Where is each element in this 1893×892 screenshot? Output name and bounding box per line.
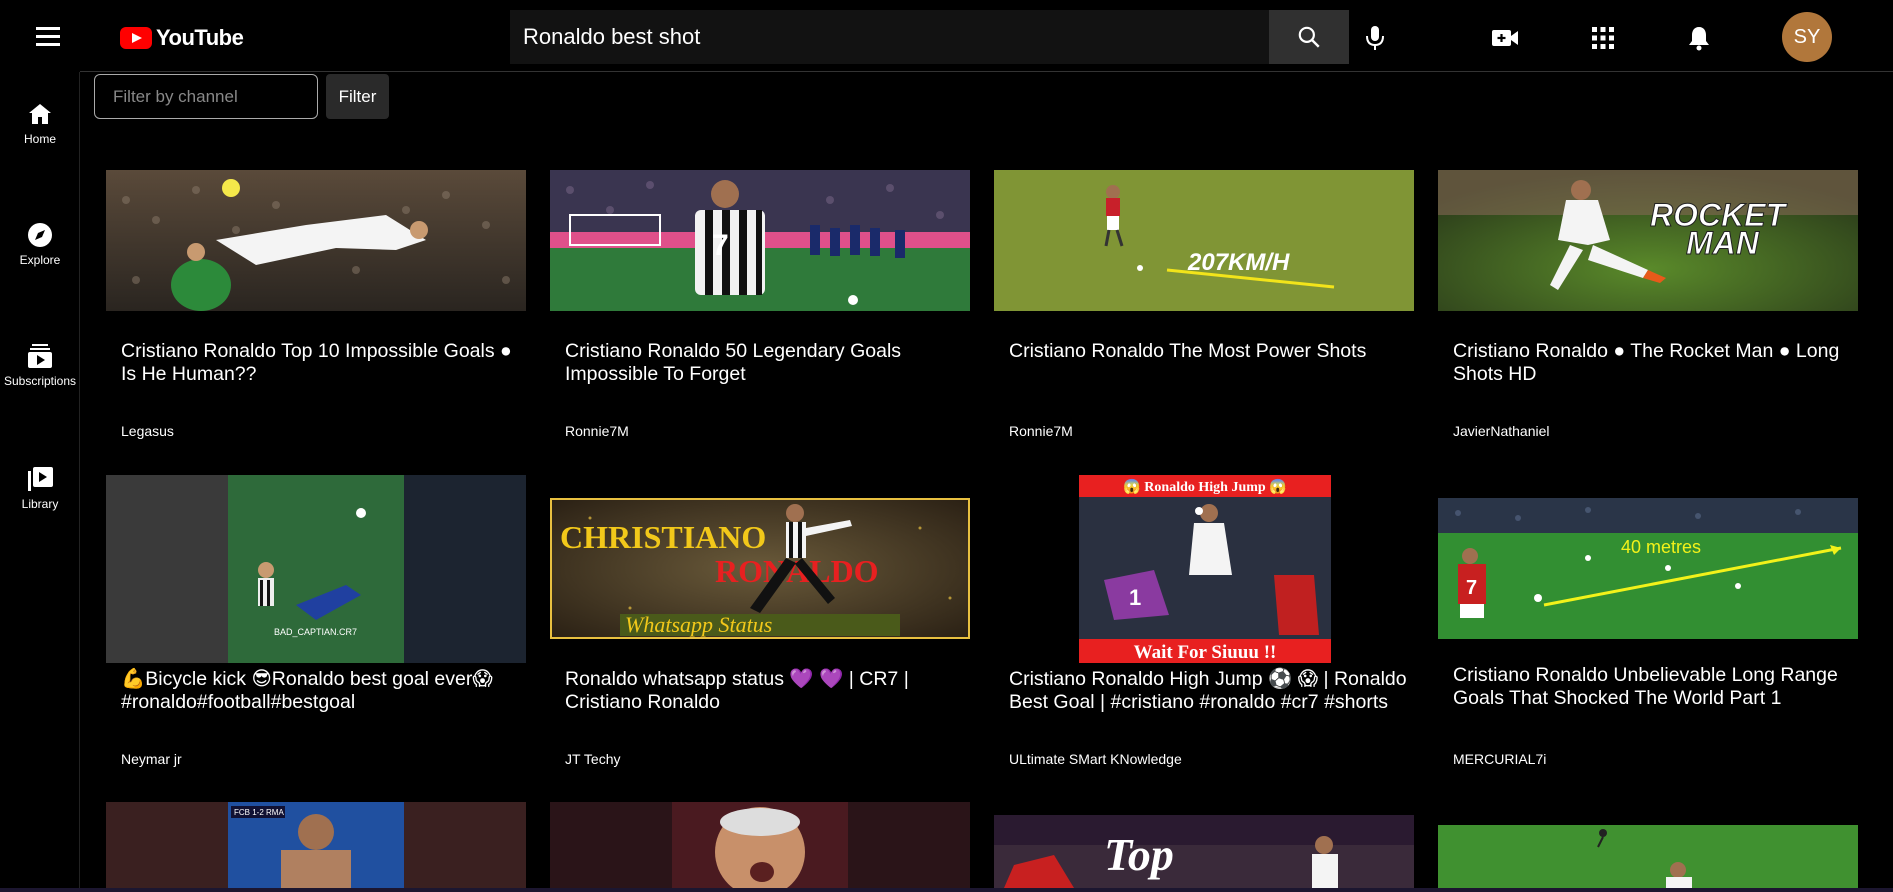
compass-icon: [26, 221, 54, 249]
thumbnail-text-line-2: Wait For Siuuu !!: [1134, 642, 1277, 663]
sidebar-item-library[interactable]: Library: [0, 465, 80, 537]
video-title[interactable]: Cristiano Ronaldo Unbelievable Long Rang…: [1453, 664, 1853, 710]
video-channel[interactable]: Legasus: [121, 423, 174, 439]
thumbnail-text: 40 metres: [1621, 537, 1701, 557]
video-thumbnail[interactable]: ROCKET MAN: [1438, 170, 1858, 311]
video-channel[interactable]: Neymar jr: [121, 751, 182, 767]
voice-search-button[interactable]: [1355, 18, 1395, 58]
bell-icon: [1689, 27, 1709, 51]
video-channel[interactable]: Ronnie7M: [565, 423, 629, 439]
video-card[interactable]: 7 Cristiano Ronaldo 50 Legendary Goals I…: [550, 170, 970, 450]
search-bar: [510, 10, 1349, 64]
thumbnail-text: 207KM/H: [1187, 249, 1290, 276]
header-divider: [80, 71, 1893, 72]
video-title[interactable]: Cristiano Ronaldo The Most Power Shots: [1009, 340, 1409, 363]
sidebar-item-explore[interactable]: Explore: [0, 221, 80, 293]
video-card[interactable]: BAD_CAPTIAN.CR7 💪Bicycle kick 😎Ronaldo b…: [106, 475, 526, 775]
video-channel[interactable]: JavierNathaniel: [1453, 423, 1550, 439]
video-card[interactable]: Cristiano Ronaldo Top 10 Impossible Goal…: [106, 170, 526, 450]
svg-text:7: 7: [1466, 577, 1477, 599]
bottom-border: [0, 888, 1893, 892]
video-channel[interactable]: MERCURIAL7i: [1453, 751, 1546, 767]
channel-filter-input[interactable]: [94, 74, 318, 119]
video-card[interactable]: 207KM/H Cristiano Ronaldo The Most Power…: [994, 170, 1414, 450]
video-card[interactable]: 😱 Ronaldo High Jump 😱 1 Wait For Siuuu !…: [994, 475, 1414, 775]
video-thumbnail[interactable]: 😱 Ronaldo High Jump 😱 1 Wait For Siuuu !…: [994, 475, 1414, 663]
sidebar-item-label: Home: [23, 132, 56, 146]
video-thumbnail[interactable]: 7: [550, 170, 970, 311]
video-title[interactable]: Cristiano Ronaldo ● The Rocket Man ● Lon…: [1453, 340, 1853, 386]
video-card[interactable]: [1438, 802, 1858, 888]
sidebar: Home Explore Subscriptions Library: [0, 72, 80, 892]
thumbnail-text: Top: [1104, 829, 1174, 880]
video-card[interactable]: 7 40 metres Cristiano Ronaldo Unbelievab…: [1438, 475, 1858, 775]
video-card[interactable]: [550, 802, 970, 888]
thumbnail-text: BAD_CAPTIAN.CR7: [274, 627, 357, 637]
video-title[interactable]: Cristiano Ronaldo Top 10 Impossible Goal…: [121, 340, 521, 386]
menu-icon[interactable]: [32, 22, 64, 50]
video-channel[interactable]: JT Techy: [565, 751, 621, 767]
svg-text:1: 1: [1129, 585, 1141, 610]
sidebar-item-label: Library: [21, 497, 59, 511]
sidebar-item-label: Subscriptions: [3, 374, 77, 388]
video-title[interactable]: Ronaldo whatsapp status 💜 💜 | CR7 | Cris…: [565, 668, 965, 714]
video-thumbnail[interactable]: 207KM/H: [994, 170, 1414, 311]
sidebar-item-subscriptions[interactable]: Subscriptions: [0, 342, 80, 414]
video-thumbnail[interactable]: 7 40 metres: [1438, 498, 1858, 639]
apps-grid-icon: [1592, 27, 1614, 49]
thumbnail-text-line-1: CHRISTIANO: [560, 519, 766, 555]
video-thumbnail[interactable]: FCB 1-2 RMA: [106, 802, 526, 888]
thumbnail-text-line-3: Whatsapp Status: [625, 612, 772, 637]
apps-button[interactable]: [1583, 18, 1623, 58]
video-camera-icon: [1492, 30, 1518, 46]
video-channel[interactable]: Ronnie7M: [1009, 423, 1073, 439]
video-thumbnail[interactable]: [1438, 825, 1858, 888]
video-title[interactable]: Cristiano Ronaldo 50 Legendary Goals Imp…: [565, 340, 965, 386]
video-card[interactable]: ROCKET MAN Cristiano Ronaldo ● The Rocke…: [1438, 170, 1858, 450]
subscriptions-icon: [26, 342, 54, 370]
video-thumbnail[interactable]: BAD_CAPTIAN.CR7: [106, 475, 526, 663]
video-thumbnail[interactable]: CHRISTIANO RONALDO Whatsapp Status: [550, 498, 970, 639]
youtube-logo[interactable]: YouTube: [120, 24, 244, 52]
thumbnail-text-line-2: MAN: [1686, 225, 1760, 261]
video-card[interactable]: FCB 1-2 RMA: [106, 802, 526, 888]
avatar[interactable]: SY: [1782, 12, 1832, 62]
thumbnail-text-line-1: 😱 Ronaldo High Jump 😱: [1123, 478, 1286, 495]
search-input[interactable]: [510, 10, 1269, 64]
search-button[interactable]: [1269, 10, 1349, 64]
video-title[interactable]: Cristiano Ronaldo High Jump ⚽ 😱 | Ronald…: [1009, 668, 1409, 714]
video-thumbnail[interactable]: [550, 802, 970, 888]
home-icon: [26, 100, 54, 128]
video-card[interactable]: Top: [994, 802, 1414, 888]
library-icon: [26, 465, 54, 493]
logo-text: YouTube: [156, 25, 244, 50]
video-thumbnail[interactable]: [106, 170, 526, 311]
svg-text:7: 7: [712, 229, 729, 262]
video-channel[interactable]: ULtimate SMart KNowledge: [1009, 751, 1182, 767]
top-bar: YouTube Ronaldo best shot SY: [0, 0, 1893, 72]
search-icon: [1298, 26, 1320, 48]
notifications-button[interactable]: [1679, 18, 1719, 58]
microphone-icon: [1366, 26, 1384, 50]
create-video-button[interactable]: [1485, 18, 1525, 58]
sidebar-item-home[interactable]: Home: [0, 100, 80, 172]
youtube-play-icon: [120, 27, 152, 49]
video-title[interactable]: 💪Bicycle kick 😎Ronaldo best goal ever😱 #…: [121, 668, 521, 714]
video-thumbnail[interactable]: Top: [994, 815, 1414, 888]
sidebar-item-label: Explore: [19, 253, 61, 267]
thumbnail-text: FCB 1-2 RMA: [234, 808, 284, 817]
video-card[interactable]: CHRISTIANO RONALDO Whatsapp Status Ronal…: [550, 475, 970, 775]
thumbnail-text-line-2: RONALDO: [715, 553, 879, 589]
filter-button[interactable]: Filter: [326, 74, 389, 119]
